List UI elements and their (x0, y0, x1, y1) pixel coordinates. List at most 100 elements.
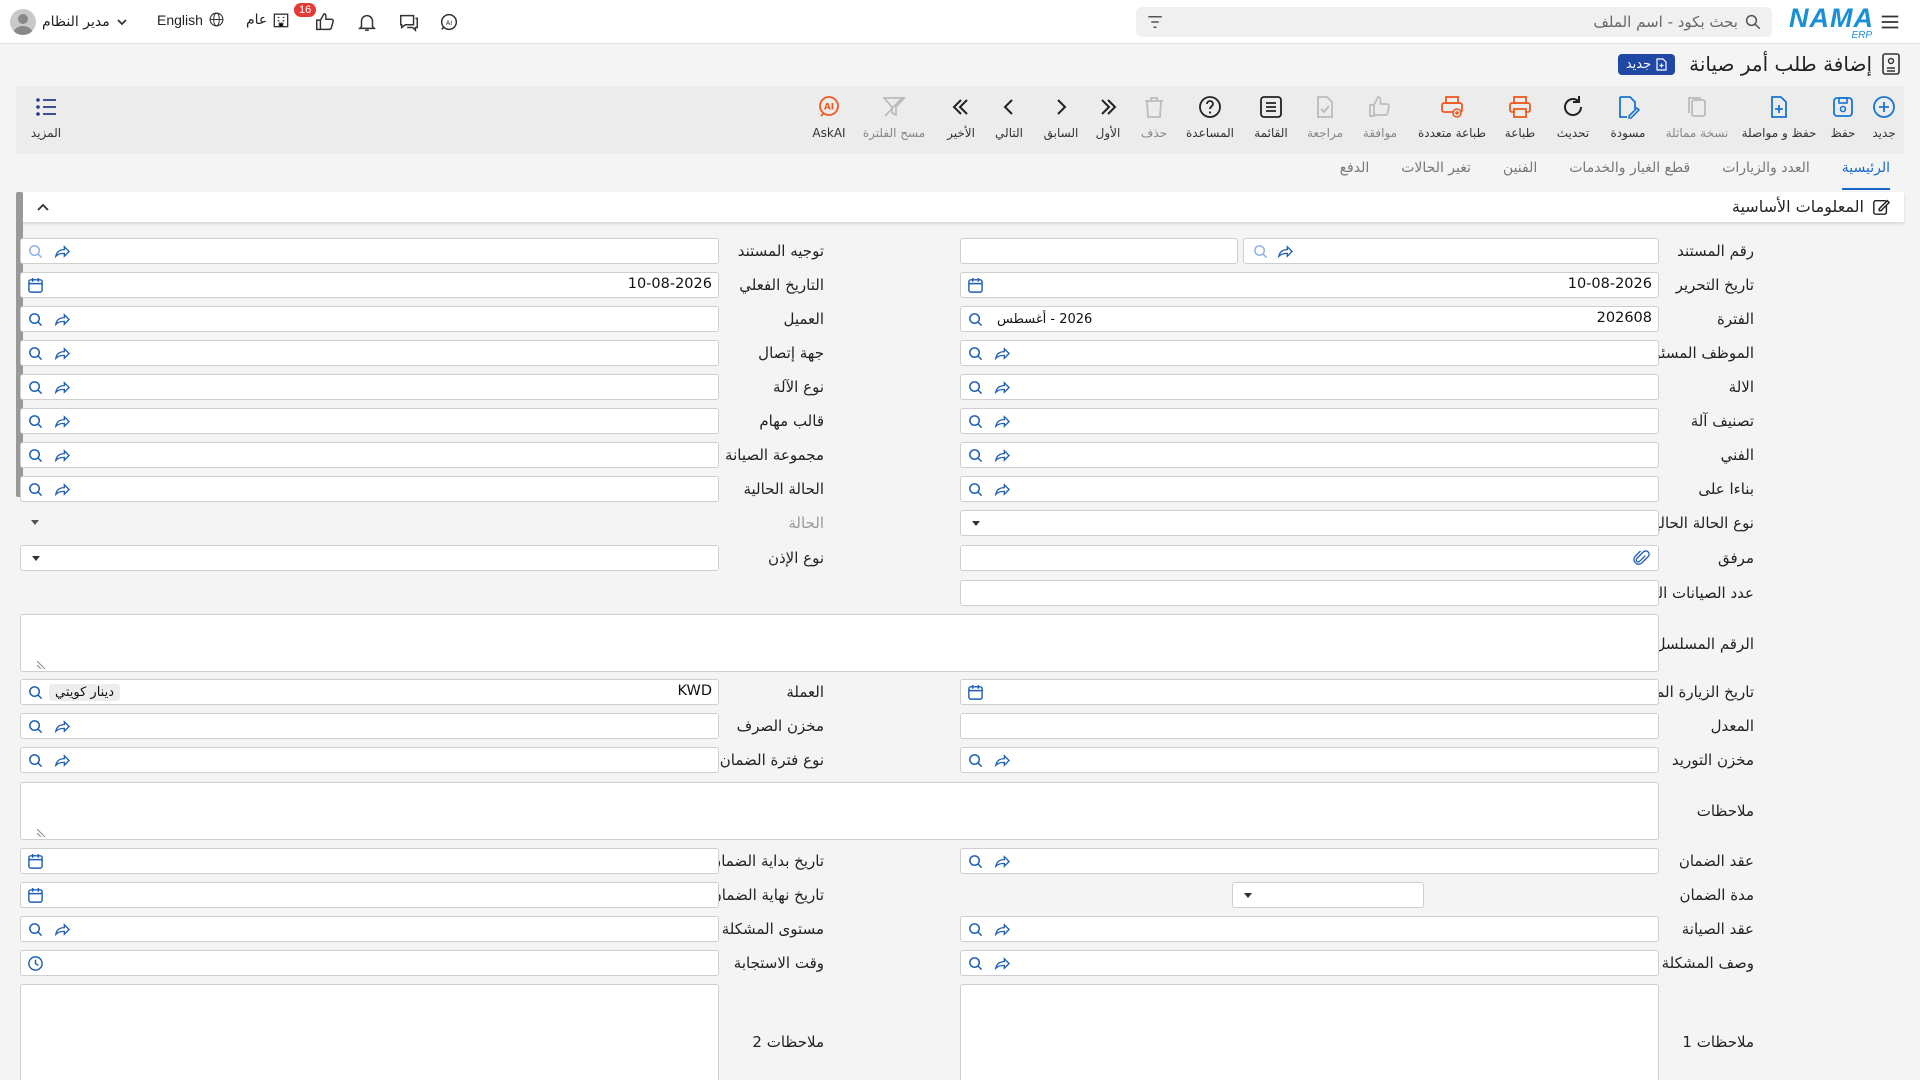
delete-button[interactable]: حذف (1134, 94, 1174, 148)
first-button[interactable]: الأول (1088, 94, 1128, 148)
search-icon[interactable] (967, 481, 984, 498)
search-icon[interactable] (27, 243, 44, 260)
warranty-period-unit-select[interactable] (1232, 882, 1424, 908)
search-icon[interactable] (967, 379, 984, 396)
search-icon[interactable] (27, 718, 44, 735)
resize-handle-icon[interactable] (37, 829, 45, 837)
draft-button[interactable]: مسودة (1604, 94, 1652, 148)
tab-state-changes[interactable]: تغير الحالات (1401, 160, 1471, 190)
share-icon[interactable] (993, 481, 1010, 498)
tab-payment[interactable]: الدفع (1340, 160, 1370, 190)
currency-field[interactable]: KWD دينار كويتي (20, 679, 719, 705)
problem-desc-field[interactable] (960, 950, 1659, 976)
machine-class-field[interactable] (960, 408, 1659, 434)
share-icon[interactable] (53, 243, 70, 260)
contact-field[interactable] (20, 340, 719, 366)
search-icon[interactable] (27, 311, 44, 328)
actual-date-field[interactable]: 10-08-2026 (20, 272, 719, 298)
doc-number-secondary-field[interactable] (960, 238, 1238, 264)
search-icon[interactable] (1252, 243, 1269, 260)
filter-icon[interactable] (1146, 14, 1164, 30)
tab-main[interactable]: الرئيسية (1841, 160, 1890, 190)
attachment-field[interactable] (960, 545, 1659, 571)
resize-handle-icon[interactable] (37, 661, 45, 669)
clear-filter-button[interactable]: مسح الفلترة (858, 94, 930, 148)
state-select[interactable] (20, 510, 719, 536)
new-button[interactable]: جديد (1864, 94, 1904, 148)
current-state-type-select[interactable] (960, 510, 1659, 536)
search-icon[interactable] (967, 921, 984, 938)
share-icon[interactable] (993, 955, 1010, 972)
language-switch[interactable]: English (157, 11, 225, 28)
menu-icon[interactable] (1878, 10, 1902, 34)
search-input[interactable] (1176, 11, 1738, 33)
search-icon[interactable] (27, 921, 44, 938)
search-icon[interactable] (967, 311, 984, 328)
doc-number-field[interactable] (1243, 238, 1659, 264)
serial-textarea[interactable] (20, 614, 1659, 672)
response-time-field[interactable] (20, 950, 719, 976)
calendar-icon[interactable] (27, 277, 44, 294)
help-button[interactable]: المساعدة (1180, 94, 1240, 148)
share-icon[interactable] (993, 345, 1010, 362)
problem-level-field[interactable] (20, 916, 719, 942)
copy-button[interactable]: نسخة مماثلة (1660, 94, 1734, 148)
planned-visit-field[interactable] (960, 679, 1659, 705)
technician-field[interactable] (960, 442, 1659, 468)
list-button[interactable]: القائمة (1248, 94, 1294, 148)
save-button[interactable]: حفظ (1822, 94, 1864, 148)
share-icon[interactable] (1276, 243, 1293, 260)
warranty-start-field[interactable] (20, 848, 719, 874)
machine-field[interactable] (960, 374, 1659, 400)
tab-counts-visits[interactable]: العدد والزيارات (1722, 160, 1810, 190)
askai-button[interactable]: AI AskAI (806, 94, 852, 148)
share-icon[interactable] (53, 413, 70, 430)
tab-parts-services[interactable]: قطع الغيار والخدمات (1569, 160, 1690, 190)
share-icon[interactable] (53, 447, 70, 464)
share-icon[interactable] (993, 447, 1010, 464)
employee-field[interactable] (960, 340, 1659, 366)
share-icon[interactable] (53, 752, 70, 769)
based-on-field[interactable] (960, 476, 1659, 502)
general-menu[interactable]: عام (246, 10, 291, 30)
refresh-button[interactable]: تحديث (1550, 94, 1596, 148)
share-icon[interactable] (53, 379, 70, 396)
bell-icon[interactable] (355, 10, 379, 34)
more-button[interactable]: المزيد (26, 94, 66, 148)
warranty-end-field[interactable] (20, 882, 719, 908)
search-icon[interactable] (967, 853, 984, 870)
share-icon[interactable] (53, 345, 70, 362)
warranty-type-field[interactable] (20, 747, 719, 773)
customer-field[interactable] (20, 306, 719, 332)
issue-store-field[interactable] (20, 713, 719, 739)
share-icon[interactable] (993, 853, 1010, 870)
ai-assistant-icon[interactable]: AI (437, 10, 461, 34)
tab-technicians[interactable]: الفنين (1503, 160, 1537, 190)
share-icon[interactable] (993, 752, 1010, 769)
calendar-icon[interactable] (967, 277, 984, 294)
paperclip-icon[interactable] (1633, 550, 1650, 567)
search-icon[interactable] (27, 413, 44, 430)
permit-type-select[interactable] (20, 545, 719, 571)
search-icon[interactable] (27, 684, 44, 701)
save-continue-button[interactable]: حفظ و مواصلة (1738, 94, 1820, 148)
share-icon[interactable] (993, 379, 1010, 396)
notes2-textarea[interactable] (20, 984, 719, 1080)
share-icon[interactable] (993, 921, 1010, 938)
share-icon[interactable] (993, 413, 1010, 430)
search-icon[interactable] (27, 752, 44, 769)
machine-type-field[interactable] (20, 374, 719, 400)
supply-store-field[interactable] (960, 747, 1659, 773)
calendar-icon[interactable] (27, 853, 44, 870)
search-icon[interactable] (27, 447, 44, 464)
search-icon[interactable] (967, 345, 984, 362)
share-icon[interactable] (53, 311, 70, 328)
periodic-count-field[interactable] (960, 580, 1659, 606)
search-icon[interactable] (27, 481, 44, 498)
maint-contract-field[interactable] (960, 916, 1659, 942)
app-logo[interactable]: NAMA ERP (1789, 4, 1874, 41)
search-icon[interactable] (1744, 13, 1762, 31)
doc-direction-field[interactable] (20, 238, 719, 264)
maint-group-field[interactable] (20, 442, 719, 468)
edit-date-field[interactable]: 10-08-2026 (960, 272, 1659, 298)
